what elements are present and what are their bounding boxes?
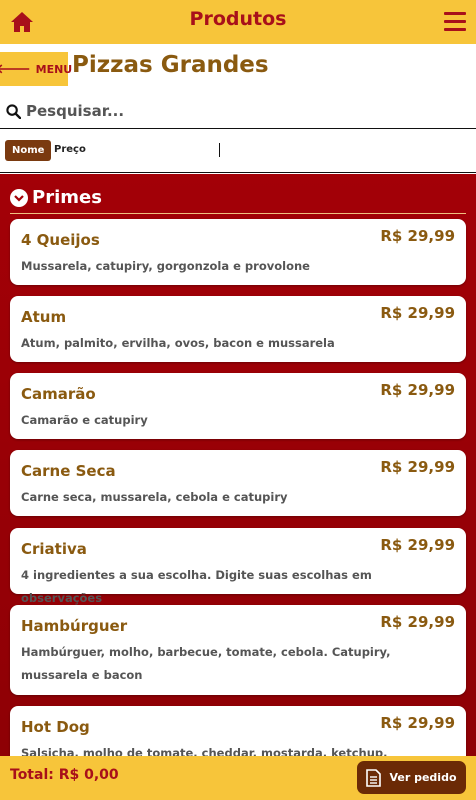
search-input[interactable]: [26, 102, 426, 120]
product-description: Mussarela, catupiry, gorgonzola e provol…: [21, 259, 310, 273]
chevron-down-icon: [10, 188, 28, 207]
product-description: Camarão e catupiry: [21, 413, 148, 427]
page-title: Pizzas Grandes: [72, 52, 269, 78]
order-total: Total: R$ 0,00: [10, 767, 119, 783]
product-price: R$ 29,99: [380, 458, 455, 476]
back-button-label: MENU: [35, 62, 73, 76]
product-card[interactable]: Carne Seca R$ 29,99 Carne seca, mussarel…: [10, 450, 466, 516]
back-to-menu-button[interactable]: 🡐 MENU: [0, 52, 72, 86]
section-title: Primes: [32, 187, 102, 208]
hamburger-menu-icon[interactable]: [444, 12, 466, 32]
product-card[interactable]: Hot Dog R$ 29,99 Salsicha, molho de toma…: [10, 706, 466, 756]
view-order-label: Ver pedido: [389, 771, 457, 784]
sort-options: Nome Preço: [0, 130, 476, 173]
product-description: Salsicha, molho de tomate, cheddar, most…: [21, 746, 388, 756]
sort-by-name-button[interactable]: Nome: [5, 140, 52, 161]
sort-by-price-button[interactable]: Preço: [54, 144, 86, 155]
product-name: Hot Dog: [21, 718, 90, 736]
order-footer: Total: R$ 0,00 Ver pedido: [0, 756, 476, 800]
page-header-title: Produtos: [189, 8, 287, 30]
product-name: Hambúrguer: [21, 617, 128, 635]
product-name: Carne Seca: [21, 462, 116, 480]
product-name: Criativa: [21, 540, 87, 558]
text-cursor: [219, 143, 220, 157]
product-list[interactable]: Primes 4 Queijos R$ 29,99 Mussarela, cat…: [0, 174, 476, 756]
product-description: Carne seca, mussarela, cebola e catupiry: [21, 490, 288, 504]
product-description: 4 ingredientes a sua escolha. Digite sua…: [21, 568, 372, 605]
product-price: R$ 29,99: [380, 613, 455, 631]
product-name: Camarão: [21, 385, 96, 403]
document-icon: [366, 768, 382, 787]
product-price: R$ 29,99: [380, 227, 455, 245]
product-description: Atum, palmito, ervilha, ovos, bacon e mu…: [21, 336, 335, 350]
product-name: 4 Queijos: [21, 231, 100, 249]
section-header[interactable]: Primes: [10, 182, 466, 214]
product-price: R$ 29,99: [380, 304, 455, 322]
product-name: Atum: [21, 308, 67, 326]
top-bar: Produtos: [0, 0, 476, 44]
product-card[interactable]: Criativa R$ 29,99 4 ingredientes a sua e…: [10, 528, 466, 605]
product-card[interactable]: 4 Queijos R$ 29,99 Mussarela, catupiry, …: [10, 219, 466, 285]
search-icon: [6, 103, 21, 119]
product-card[interactable]: Camarão R$ 29,99 Camarão e catupiry: [10, 373, 466, 439]
product-price: R$ 29,99: [380, 536, 455, 554]
product-price: R$ 29,99: [380, 714, 455, 732]
view-order-button[interactable]: Ver pedido: [357, 761, 466, 794]
product-card[interactable]: Hambúrguer R$ 29,99 Hambúrguer, molho, b…: [10, 605, 466, 695]
arrow-left-icon: 🡐: [0, 62, 31, 77]
product-description: Hambúrguer, molho, barbecue, tomate, ceb…: [21, 645, 391, 682]
product-card[interactable]: Atum R$ 29,99 Atum, palmito, ervilha, ov…: [10, 296, 466, 362]
search-bar: [0, 94, 476, 129]
product-price: R$ 29,99: [380, 381, 455, 399]
